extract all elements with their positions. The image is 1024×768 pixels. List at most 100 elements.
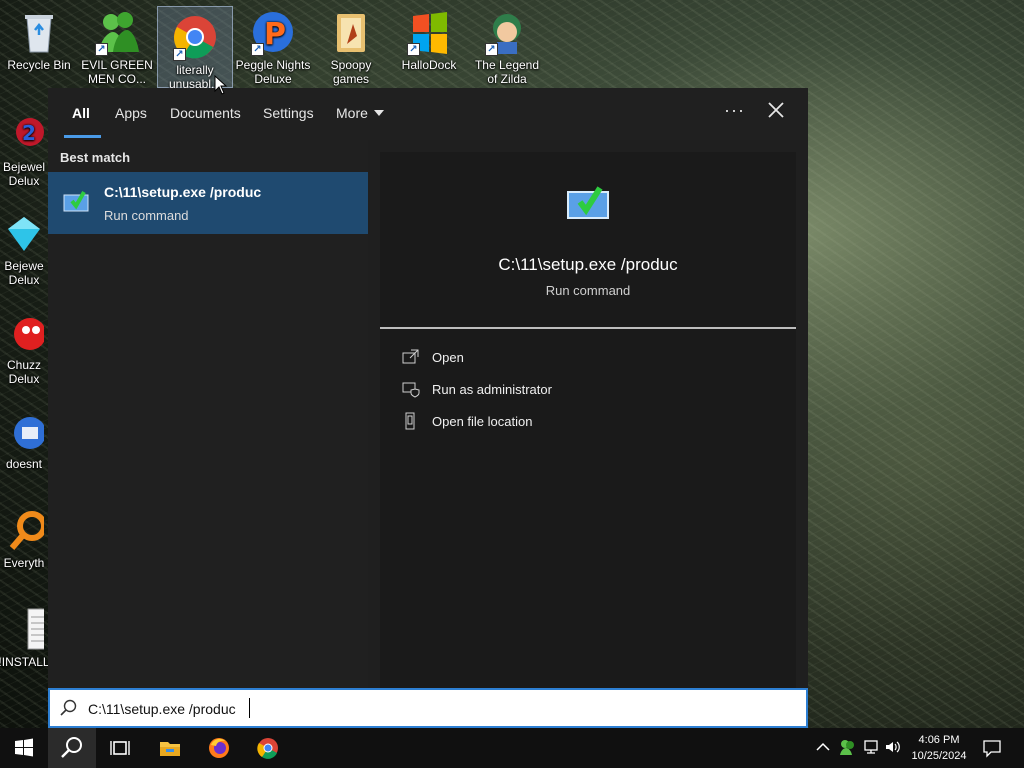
taskbar: 4:06 PM 10/25/2024 (0, 728, 1024, 768)
action-label: Open file location (432, 414, 533, 429)
mouse-pointer-icon (214, 74, 228, 95)
svg-text:P: P (264, 17, 286, 52)
desktop-icon-label: HalloDock (401, 58, 457, 72)
peggle-icon: P ↗ (249, 8, 297, 56)
file-location-icon (402, 412, 420, 430)
chrome-icon (257, 738, 278, 759)
shortcut-arrow-icon: ↗ (95, 43, 108, 56)
action-label: Run as administrator (432, 382, 552, 397)
best-match-result[interactable]: C:\11\setup.exe /produc Run command (48, 172, 368, 234)
folder-icon (327, 8, 375, 56)
windows-start-icon (15, 738, 33, 757)
chuzzle-icon (4, 308, 46, 356)
task-view-button[interactable] (96, 728, 144, 768)
start-search-panel: All Apps Documents Settings More ··· Bes… (48, 88, 808, 688)
active-tab-indicator (64, 135, 101, 138)
tab-more[interactable]: More (336, 104, 384, 122)
run-command-icon (62, 186, 90, 214)
desktop-icon-label: The Legend of Zilda (474, 58, 540, 86)
desktop-icon-evil-green-men[interactable]: ↗ EVIL GREEN MEN CO... (79, 2, 155, 86)
tab-all[interactable]: All (72, 104, 90, 122)
desktop-icon-label: Recycle Bin (7, 58, 71, 72)
shortcut-arrow-icon: ↗ (407, 43, 420, 56)
detail-subtitle: Run command (545, 283, 631, 298)
clock-time: 4:06 PM (918, 734, 960, 746)
search-icon (60, 699, 78, 717)
search-icon (61, 737, 82, 758)
caret-down-icon (373, 110, 384, 116)
network-button[interactable] (862, 738, 880, 756)
clock-date: 10/25/2024 (911, 750, 967, 762)
desktop-icon-recycle-bin[interactable]: Recycle Bin (1, 2, 77, 72)
search-tabbar: All Apps Documents Settings More ··· (48, 88, 808, 140)
action-open[interactable]: Open (400, 346, 700, 370)
action-run-as-administrator[interactable]: Run as administrator (400, 378, 700, 402)
search-box[interactable] (48, 688, 808, 728)
green-men-icon: ↗ (93, 8, 141, 56)
chrome-icon: ↗ (171, 13, 219, 61)
tray-app-button[interactable] (838, 738, 856, 756)
desktop-icon-doesnt[interactable]: doesnt (0, 401, 50, 471)
desktop-icon-label: Peggle Nights Deluxe (235, 58, 311, 86)
open-icon (402, 348, 420, 366)
taskbar-search-button[interactable] (48, 728, 96, 768)
tab-documents[interactable]: Documents (170, 104, 241, 122)
text-caret (249, 698, 250, 718)
desktop-icon-label: Spoopy games (330, 58, 372, 86)
detail-title: C:\11\setup.exe /produc (498, 255, 678, 274)
action-open-file-location[interactable]: Open file location (400, 410, 700, 434)
action-center-button[interactable] (982, 738, 1002, 758)
action-label: Open (432, 350, 464, 365)
magnifier-orange-icon (4, 506, 47, 554)
bejeweled-icon: 2 (4, 110, 44, 158)
green-men-tray-icon (840, 740, 854, 755)
task-view-icon (110, 741, 130, 755)
file-explorer-button[interactable] (146, 728, 194, 768)
desktop-icon-label: EVIL GREEN MEN CO... (81, 58, 153, 86)
desktop-icon-label: Bejewe Delux (4, 259, 44, 287)
close-button[interactable] (764, 98, 788, 122)
detail-pane: C:\11\setup.exe /produc Run command Open… (380, 152, 796, 688)
speaker-icon (886, 741, 900, 753)
shortcut-arrow-icon: ↗ (485, 43, 498, 56)
tab-apps[interactable]: Apps (115, 104, 147, 122)
firefox-button[interactable] (195, 728, 243, 768)
start-button[interactable] (0, 728, 48, 768)
chrome-taskbar-button[interactable] (244, 728, 292, 768)
text-document-icon (4, 605, 51, 653)
more-options-button[interactable]: ··· (724, 100, 745, 121)
show-hidden-icons-button[interactable] (814, 738, 832, 756)
desktop-icon-hallodock[interactable]: ↗ HalloDock (391, 2, 467, 72)
desktop-icon-bejeweled-2[interactable]: Bejewe Delux (0, 203, 50, 287)
desktop-icon-install[interactable]: !INSTALL (0, 599, 51, 669)
best-match-title: C:\11\setup.exe /produc (104, 184, 262, 200)
windows-logo-icon: ↗ (405, 8, 453, 56)
results-column: Best match C:\11\setup.exe /produc Run c… (48, 140, 368, 688)
shortcut-arrow-icon: ↗ (251, 43, 264, 56)
run-command-icon (564, 176, 612, 224)
thunderbird-icon (4, 407, 46, 455)
gem-icon (4, 209, 44, 257)
chevron-up-icon (816, 742, 830, 751)
desktop-icon-chuzzle[interactable]: Chuzz Delux (0, 302, 50, 386)
desktop-icon-everything[interactable]: Everyth (0, 500, 50, 570)
close-icon (768, 102, 784, 118)
svg-text:2: 2 (22, 121, 36, 145)
notification-icon (983, 740, 1001, 758)
desktop-icon-label: Chuzz Delux (6, 358, 41, 386)
zilda-game-icon: ↗ (483, 8, 531, 56)
desktop-icon-legend-of-zilda[interactable]: ↗ The Legend of Zilda (469, 2, 545, 86)
desktop-icon-bejeweled-1[interactable]: 2 Bejewel Delux (0, 104, 50, 188)
firefox-icon (209, 738, 229, 758)
desktop-icon-label: Bejewel Delux (2, 160, 46, 188)
search-input[interactable] (88, 698, 788, 720)
volume-button[interactable] (884, 738, 902, 756)
best-match-subtitle: Run command (104, 208, 189, 223)
desktop-icon-label: Everyth (3, 556, 45, 570)
desktop-icon-peggle[interactable]: P ↗ Peggle Nights Deluxe (235, 2, 311, 86)
divider (380, 327, 796, 329)
desktop-icon-spoopy-games[interactable]: Spoopy games (313, 2, 389, 86)
network-icon (864, 740, 878, 754)
clock[interactable]: 4:06 PM 10/25/2024 (902, 732, 976, 764)
tab-settings[interactable]: Settings (263, 104, 314, 122)
